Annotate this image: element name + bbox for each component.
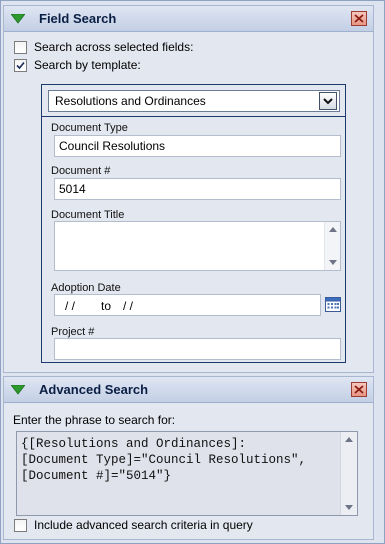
field-search-title: Field Search [39, 11, 117, 26]
template-select-value: Resolutions and Ordinances [55, 94, 206, 108]
advanced-search-title: Advanced Search [39, 382, 149, 397]
document-title-label: Document Title [51, 209, 125, 221]
search-template-checkbox[interactable] [14, 59, 27, 72]
query-prompt: Enter the phrase to search for: [13, 413, 176, 427]
template-select[interactable]: Resolutions and Ordinances [48, 90, 340, 112]
scroll-up-icon[interactable] [329, 227, 337, 232]
collapse-arrow-icon[interactable] [11, 385, 25, 395]
scroll-up-icon[interactable] [345, 437, 353, 442]
chevron-down-icon [323, 98, 333, 105]
project-number-label: Project # [51, 326, 95, 338]
close-icon[interactable] [351, 11, 367, 26]
scroll-down-icon[interactable] [345, 505, 353, 510]
document-number-label: Document # [51, 165, 111, 177]
query-textarea[interactable]: {[Resolutions and Ordinances]: [Document… [16, 431, 358, 516]
search-template-label: Search by template: [34, 58, 141, 72]
template-select-button[interactable] [319, 92, 337, 110]
query-text: {[Resolutions and Ordinances]: [Document… [21, 437, 307, 483]
advanced-search-header[interactable]: Advanced Search [4, 377, 373, 403]
document-type-label: Document Type [51, 122, 128, 134]
project-number-field[interactable] [54, 338, 341, 360]
check-icon [16, 61, 25, 70]
adoption-date-field[interactable]: / / to / / [54, 294, 321, 316]
collapse-arrow-icon[interactable] [11, 14, 25, 24]
calendar-icon[interactable] [325, 296, 341, 312]
adoption-date-label: Adoption Date [51, 282, 121, 294]
query-scrollbar[interactable] [340, 432, 357, 515]
template-divider [42, 116, 345, 117]
include-advanced-checkbox[interactable] [14, 519, 27, 532]
search-across-label: Search across selected fields: [34, 40, 194, 54]
close-icon[interactable] [351, 382, 367, 397]
document-number-field[interactable]: 5014 [54, 178, 341, 200]
search-sidebar: Field Search Search across selected fiel… [0, 0, 385, 544]
search-across-checkbox[interactable] [14, 41, 27, 54]
adoption-date-to[interactable]: / / [123, 299, 133, 313]
scroll-down-icon[interactable] [329, 260, 337, 265]
advanced-search-panel: Advanced Search Enter the phrase to sear… [3, 376, 374, 540]
document-type-field[interactable]: Council Resolutions [54, 135, 341, 157]
document-title-field[interactable] [54, 221, 341, 271]
adoption-date-from[interactable]: / / [65, 299, 75, 313]
document-title-scrollbar[interactable] [324, 222, 340, 270]
include-advanced-label: Include advanced search criteria in quer… [34, 518, 253, 532]
field-search-header[interactable]: Field Search [4, 6, 373, 32]
adoption-date-to-label: to [101, 299, 112, 313]
field-search-panel: Field Search Search across selected fiel… [3, 5, 374, 373]
template-form: Resolutions and Ordinances Document Type… [41, 84, 346, 363]
